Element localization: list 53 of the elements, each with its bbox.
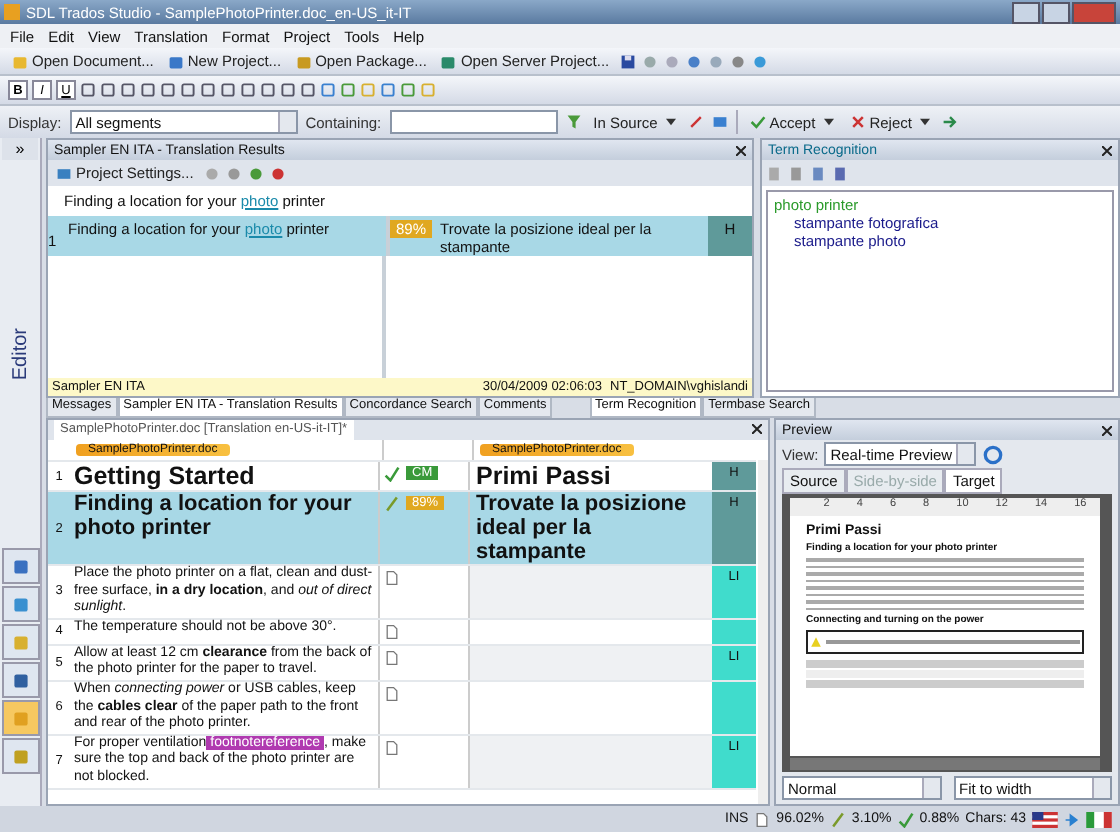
filter-icon[interactable] — [565, 114, 582, 130]
view-icon — [9, 631, 31, 653]
page-icon — [754, 811, 771, 827]
navigation-button[interactable] — [1, 662, 39, 698]
scrollbar[interactable] — [790, 758, 1100, 770]
check-icon — [749, 114, 766, 130]
arrow-icon — [1064, 811, 1080, 827]
page-icon — [384, 570, 400, 586]
scrollbar[interactable] — [758, 460, 768, 804]
view-icon — [9, 555, 31, 577]
document-icon — [440, 53, 457, 69]
structure-cell — [712, 681, 756, 734]
flag-icon — [1032, 811, 1058, 827]
source-segment: Getting Started — [70, 462, 380, 490]
close-icon[interactable] — [1102, 145, 1112, 155]
arrow-icon[interactable] — [941, 114, 958, 130]
source-segment: Finding a location for your photo printer — [70, 492, 380, 564]
expand-button[interactable]: » — [2, 138, 38, 160]
close-button[interactable] — [1072, 1, 1116, 23]
navigation-button[interactable] — [1, 738, 39, 774]
target-segment[interactable]: Trovate la posizione ideal per la stampante — [470, 492, 712, 564]
containing-field[interactable] — [389, 110, 558, 134]
close-icon[interactable] — [752, 424, 762, 434]
close-icon[interactable] — [1102, 425, 1112, 435]
refresh-icon[interactable] — [982, 443, 1005, 465]
minimize-button[interactable] — [1012, 1, 1040, 23]
flag-icon — [1086, 811, 1112, 827]
view-icon — [9, 593, 31, 615]
structure-cell — [712, 619, 756, 644]
navigation-button[interactable] — [1, 624, 39, 660]
page-icon — [384, 739, 400, 756]
save-icon[interactable] — [619, 53, 636, 69]
caret-icon — [823, 118, 834, 126]
navigation-button[interactable] — [1, 586, 39, 622]
check-icon — [897, 811, 914, 827]
navigation-button[interactable] — [1, 548, 39, 584]
app-icon — [4, 4, 20, 20]
document-icon — [295, 53, 312, 69]
maximize-button[interactable] — [1042, 1, 1070, 23]
view-icon — [9, 669, 31, 691]
view-icon — [9, 745, 31, 767]
editor-label: Editor — [9, 327, 31, 381]
navigation-button[interactable] — [1, 700, 39, 736]
check-icon — [384, 466, 400, 482]
caret-icon — [919, 118, 930, 126]
document-icon — [167, 53, 184, 69]
cross-icon — [849, 114, 866, 130]
document-icon — [12, 53, 28, 69]
page-icon — [384, 685, 400, 702]
view-icon — [9, 707, 31, 729]
close-icon[interactable] — [736, 145, 746, 155]
target-segment[interactable]: Primi Passi — [470, 462, 712, 490]
caret-icon — [665, 118, 676, 126]
